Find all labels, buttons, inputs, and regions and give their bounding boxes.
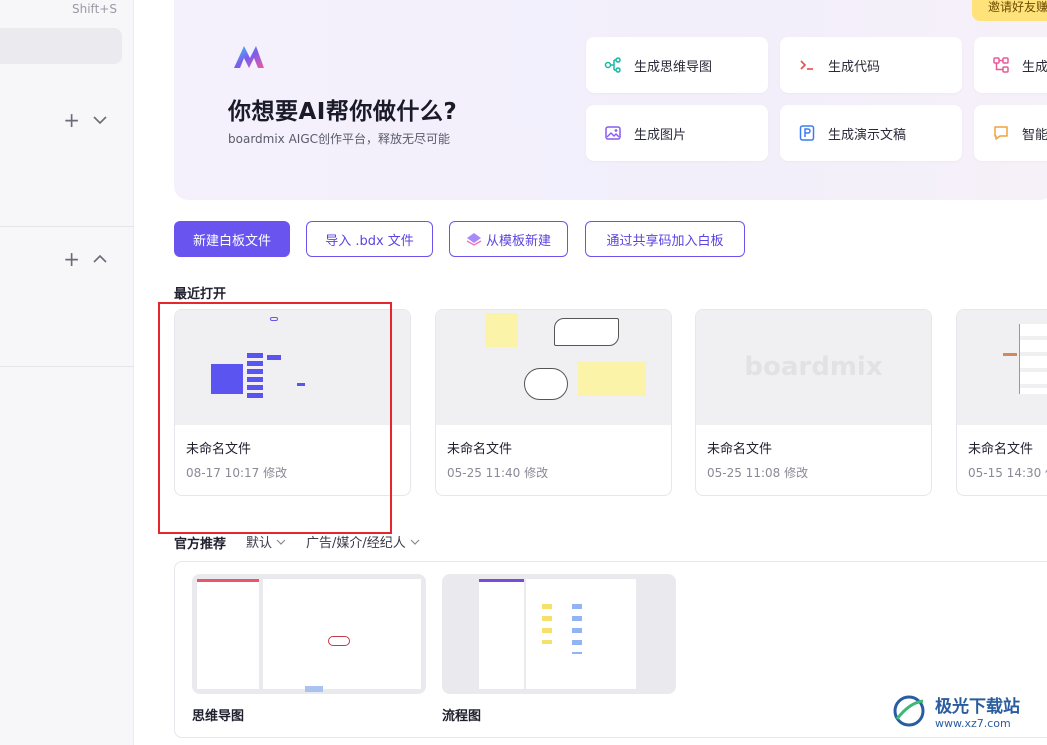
join-by-code-button[interactable]: 通过共享码加入白板 bbox=[585, 221, 745, 257]
chevron-up-icon[interactable] bbox=[92, 251, 108, 267]
official-section-title: 官方推荐 bbox=[174, 537, 227, 552]
ai-card-mindmap[interactable]: 生成思维导图 bbox=[586, 37, 768, 93]
main-content: 邀请好友赚 你想要AI帮你做什么? boardmix AIGC创作平台，释放无尽… bbox=[134, 0, 1047, 745]
watermark-title: 极光下载站 bbox=[935, 697, 1020, 717]
ai-card-flowchart[interactable]: 生成 bbox=[974, 37, 1047, 93]
ai-card-label: 生成演示文稿 bbox=[828, 127, 907, 143]
shortcut-hint: Shift+S bbox=[72, 2, 117, 16]
from-template-button[interactable]: 从模板新建 bbox=[449, 221, 568, 257]
template-card-flowchart[interactable] bbox=[442, 574, 676, 694]
file-thumbnail: boardmix bbox=[696, 310, 931, 425]
chevron-down-icon bbox=[410, 539, 420, 545]
ai-card-label: 生成代码 bbox=[828, 59, 881, 75]
sidebar-item-active[interactable] bbox=[0, 28, 122, 64]
ai-card-code[interactable]: 生成代码 bbox=[780, 37, 962, 93]
template-icon bbox=[466, 233, 482, 246]
highlight-box bbox=[158, 302, 392, 534]
ai-card-presentation[interactable]: 生成演示文稿 bbox=[780, 105, 962, 161]
add-icon[interactable]: + bbox=[63, 110, 80, 130]
ai-card-label: 智能 bbox=[1022, 127, 1047, 143]
mindmap-icon bbox=[604, 57, 621, 73]
category-dropdown[interactable]: 广告/媒介/经纪人 bbox=[306, 532, 420, 551]
ai-card-image[interactable]: 生成图片 bbox=[586, 105, 768, 161]
file-name: 未命名文件 bbox=[447, 442, 513, 457]
ai-card-label: 生成 bbox=[1022, 59, 1047, 75]
presentation-icon bbox=[799, 125, 815, 141]
brand-placeholder: boardmix bbox=[744, 352, 883, 382]
file-name: 未命名文件 bbox=[707, 442, 773, 457]
invite-badge[interactable]: 邀请好友赚 bbox=[971, 0, 1047, 21]
template-name: 思维导图 bbox=[192, 709, 245, 724]
sort-dropdown-value: 默认 bbox=[246, 536, 273, 551]
code-icon bbox=[800, 60, 813, 70]
template-name: 流程图 bbox=[442, 709, 482, 724]
boardmix-logo-icon bbox=[234, 46, 264, 68]
ai-card-label: 生成图片 bbox=[634, 127, 687, 143]
import-bdx-button[interactable]: 导入 .bdx 文件 bbox=[306, 221, 433, 257]
sort-dropdown[interactable]: 默认 bbox=[246, 532, 286, 551]
flowchart-icon bbox=[993, 57, 1009, 73]
file-modified-time: 05-25 11:40 修改 bbox=[447, 466, 549, 480]
chevron-down-icon bbox=[276, 539, 286, 545]
hero-title: 你想要AI帮你做什么? bbox=[228, 99, 458, 125]
ai-hero-banner: 邀请好友赚 你想要AI帮你做什么? boardmix AIGC创作平台，释放无尽… bbox=[174, 0, 1047, 200]
file-thumbnail bbox=[957, 310, 1047, 425]
file-name: 未命名文件 bbox=[968, 442, 1034, 457]
chevron-down-icon[interactable] bbox=[92, 112, 108, 128]
file-modified-time: 05-25 11:08 修改 bbox=[707, 466, 809, 480]
chat-icon bbox=[994, 126, 1008, 140]
image-icon bbox=[605, 126, 621, 140]
new-board-button[interactable]: 新建白板文件 bbox=[174, 221, 290, 257]
add-icon[interactable]: + bbox=[63, 249, 80, 269]
recent-file-card[interactable]: 未命名文件 05-25 11:40 修改 bbox=[435, 309, 672, 496]
recent-section-title: 最近打开 bbox=[174, 287, 227, 302]
from-template-label: 从模板新建 bbox=[485, 233, 551, 249]
site-watermark: 极光下载站 www.xz7.com bbox=[889, 692, 1020, 730]
watermark-logo-icon bbox=[893, 695, 925, 727]
ai-card-chat[interactable]: 智能 bbox=[974, 105, 1047, 161]
file-modified-time: 05-15 14:30 修改 bbox=[968, 466, 1047, 480]
file-thumbnail bbox=[436, 310, 671, 425]
hero-subtitle: boardmix AIGC创作平台，释放无尽可能 bbox=[228, 132, 451, 146]
recent-file-card[interactable]: 未命名文件 05-15 14:30 修改 bbox=[956, 309, 1047, 496]
recent-file-card[interactable]: boardmix 未命名文件 05-25 11:08 修改 bbox=[695, 309, 932, 496]
template-card-mindmap[interactable] bbox=[192, 574, 426, 694]
sidebar-divider bbox=[0, 226, 134, 227]
watermark-url: www.xz7.com bbox=[935, 717, 1011, 730]
sidebar-divider bbox=[0, 366, 134, 367]
app-root: Shift+S + + 邀请好友赚 你想要AI帮你做什么? boardmix A… bbox=[0, 0, 1047, 745]
category-dropdown-value: 广告/媒介/经纪人 bbox=[306, 536, 406, 551]
ai-card-label: 生成思维导图 bbox=[634, 59, 713, 75]
sidebar: Shift+S + + bbox=[0, 0, 134, 745]
